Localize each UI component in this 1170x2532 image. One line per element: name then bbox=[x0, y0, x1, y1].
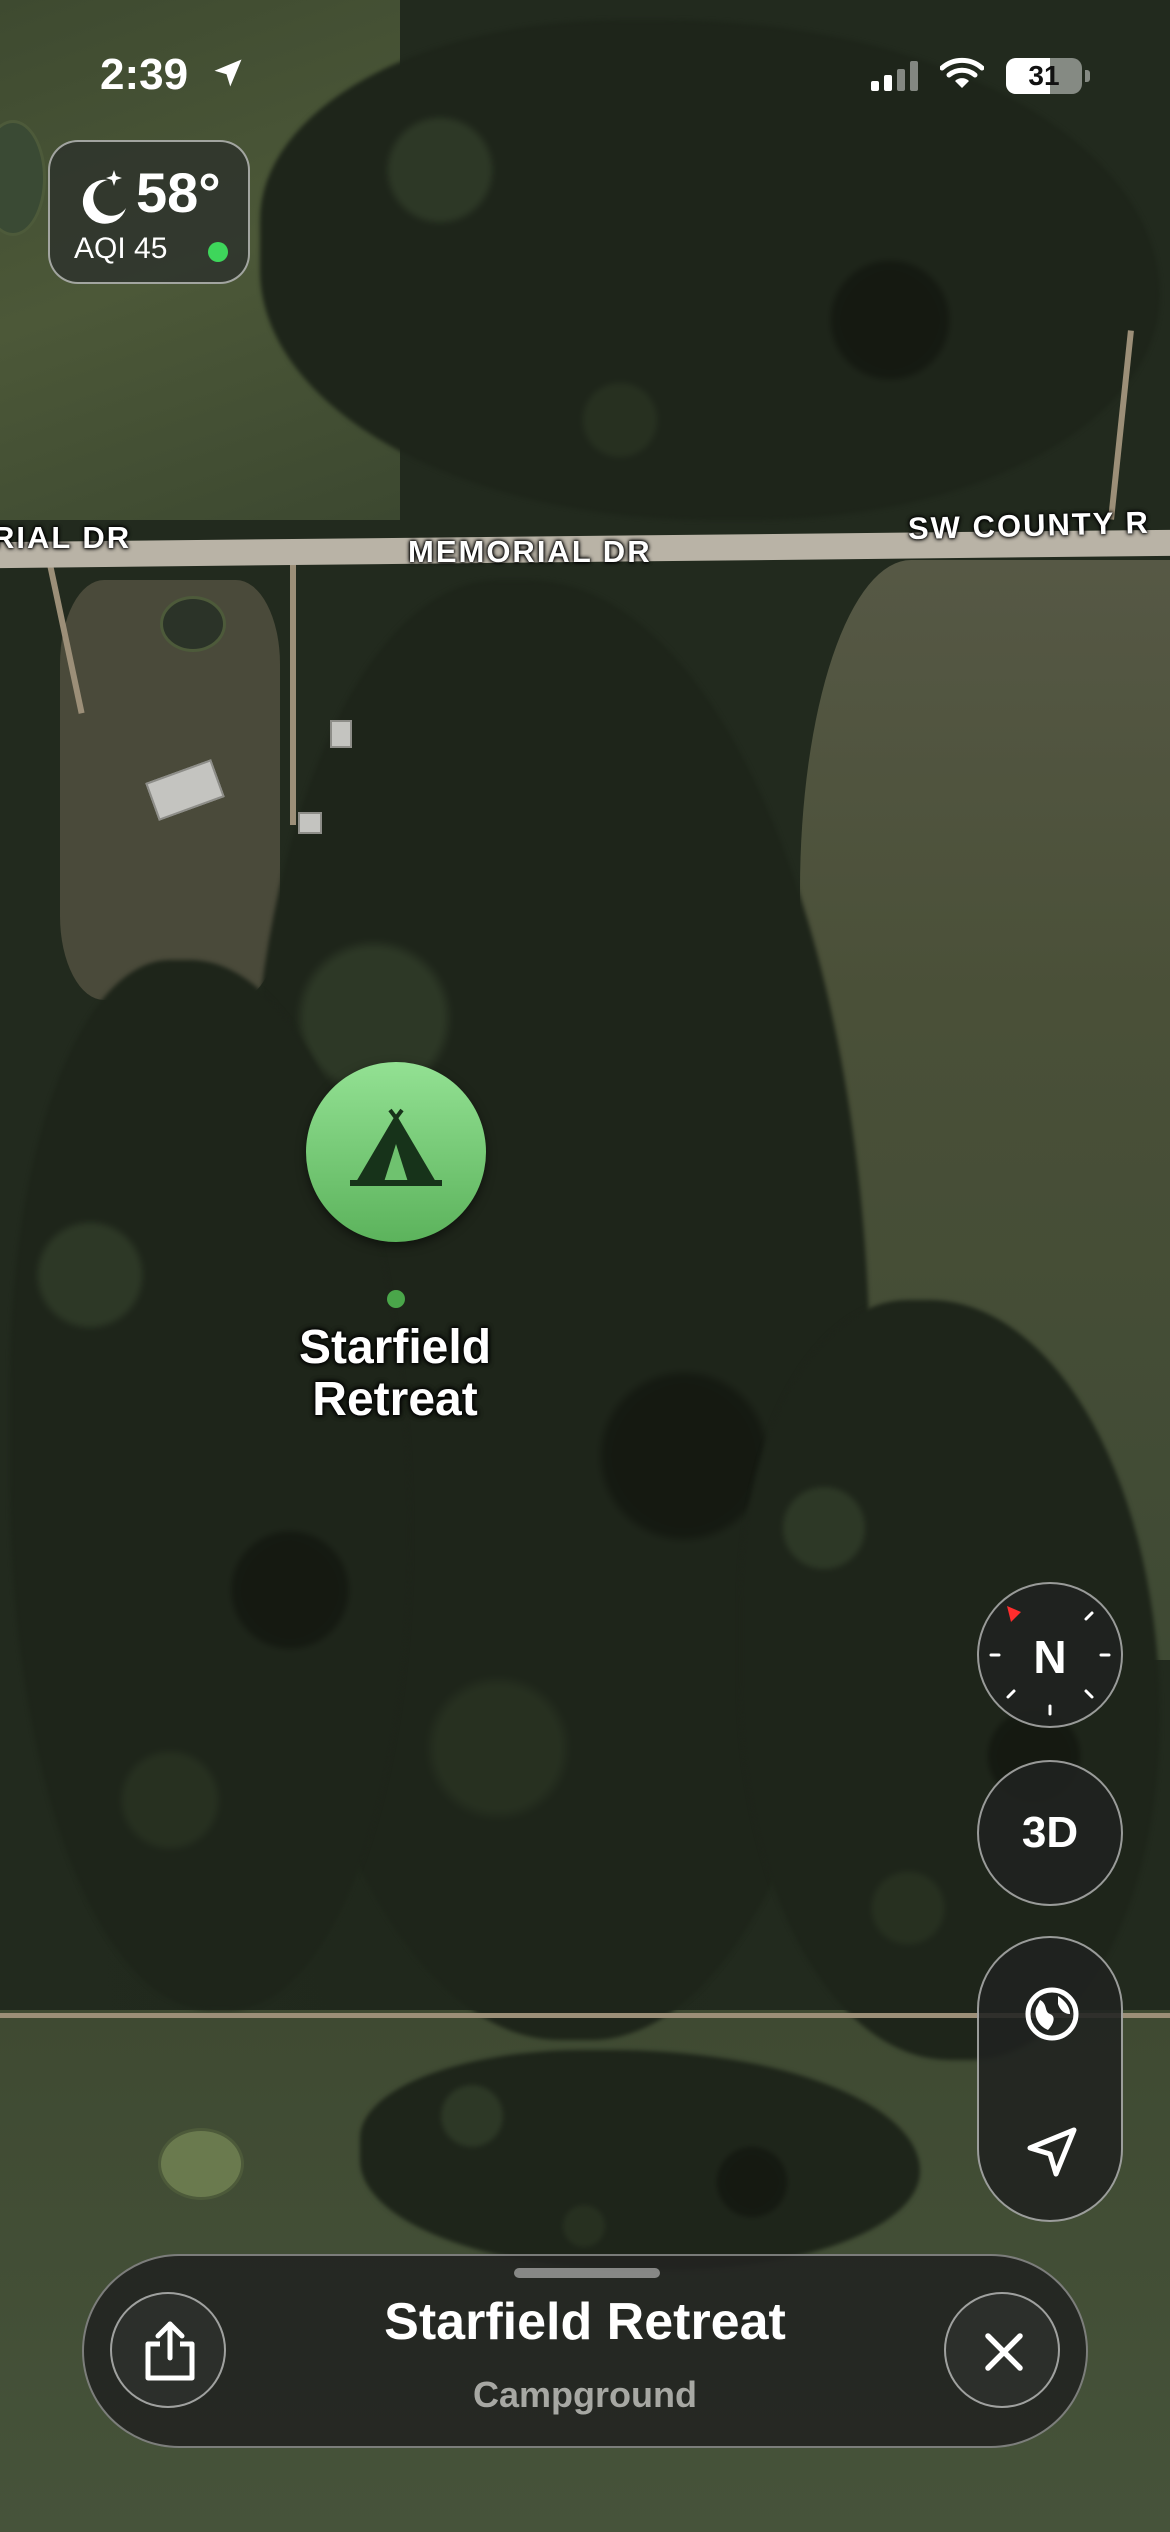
place-title: Starfield Retreat bbox=[384, 2293, 786, 2351]
battery-icon: 31 bbox=[1006, 57, 1090, 94]
pond bbox=[158, 2128, 244, 2200]
3d-view-button[interactable]: 3D bbox=[977, 1760, 1123, 1906]
building bbox=[330, 720, 352, 748]
forest-north bbox=[260, 20, 1160, 520]
map-controls-stack bbox=[977, 1936, 1123, 2222]
place-card[interactable]: Starfield Retreat Campground bbox=[82, 2254, 1088, 2448]
road-label-memorial: MEMORIAL DR bbox=[408, 534, 652, 569]
campground-pin[interactable] bbox=[306, 1062, 486, 1242]
card-grabber[interactable] bbox=[514, 2268, 660, 2278]
location-arrow-icon[interactable] bbox=[1024, 2124, 1080, 2185]
air-quality-index: AQI 45 bbox=[74, 232, 168, 265]
wifi-icon bbox=[939, 56, 985, 95]
globe-icon[interactable] bbox=[1024, 1986, 1080, 2047]
aqi-status-dot bbox=[208, 242, 228, 262]
building bbox=[298, 812, 322, 834]
cellular-signal-icon bbox=[871, 60, 918, 91]
compass-button[interactable]: N bbox=[977, 1582, 1123, 1728]
weather-widget[interactable]: 58° AQI 45 bbox=[48, 140, 250, 284]
status-indicators: 31 bbox=[871, 56, 1090, 95]
temperature: 58° bbox=[136, 161, 221, 224]
pin-label[interactable]: Starfield Retreat bbox=[220, 1322, 570, 1426]
close-button[interactable] bbox=[944, 2292, 1060, 2408]
pin-location-dot bbox=[387, 1290, 405, 1308]
dirt-track bbox=[290, 555, 296, 825]
status-time: 2:39 bbox=[100, 50, 246, 102]
road-label-county: SW COUNTY R bbox=[907, 504, 1151, 547]
place-category: Campground bbox=[473, 2374, 697, 2415]
time-text: 2:39 bbox=[100, 50, 189, 99]
battery-level: 31 bbox=[1028, 59, 1060, 91]
moon-stars-icon bbox=[70, 166, 132, 233]
pond bbox=[160, 596, 226, 652]
compass-north-label: N bbox=[1033, 1631, 1067, 1683]
location-services-icon bbox=[210, 52, 246, 102]
road-label-west: RIAL DR bbox=[0, 520, 132, 555]
